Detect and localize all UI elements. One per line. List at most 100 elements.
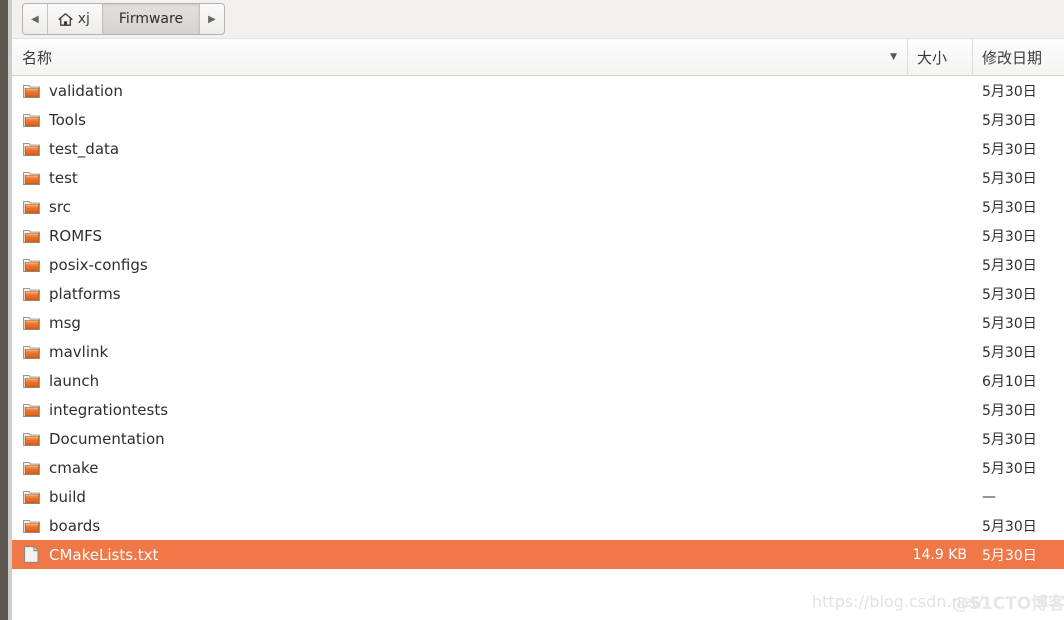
- file-name-cell[interactable]: ROMFS: [12, 227, 908, 245]
- file-date-cell: 5月30日: [982, 141, 1037, 158]
- chevron-left-icon: ◀: [31, 13, 39, 25]
- file-row[interactable]: launch 6月10日: [12, 366, 1064, 395]
- breadcrumb-item-home[interactable]: xj: [47, 4, 103, 34]
- file-name-cell[interactable]: posix-configs: [12, 256, 908, 274]
- column-header-row: 名称 ▼ 大小 修改日期: [12, 38, 1064, 76]
- file-date-cell: 5月30日: [982, 83, 1037, 100]
- window-edge-strip: [0, 0, 8, 620]
- file-name-cell[interactable]: integrationtests: [12, 401, 908, 419]
- sort-descending-icon: ▼: [890, 51, 897, 62]
- file-date-cell: 5月30日: [982, 518, 1037, 535]
- file-date-cell: 5月30日: [982, 170, 1037, 187]
- back-button[interactable]: ◀: [23, 4, 48, 34]
- file-row[interactable]: CMakeLists.txt 14.9 KB 5月30日: [12, 540, 1064, 569]
- file-name-label: test_data: [49, 139, 120, 158]
- file-name-cell[interactable]: platforms: [12, 285, 908, 303]
- file-name-cell[interactable]: CMakeLists.txt: [12, 546, 908, 564]
- folder-icon: [22, 431, 40, 447]
- file-name-cell[interactable]: test_data: [12, 140, 908, 158]
- file-row[interactable]: src 5月30日: [12, 192, 1064, 221]
- file-date-cell: 5月30日: [982, 257, 1037, 274]
- file-row[interactable]: test_data 5月30日: [12, 134, 1064, 163]
- file-name-label: boards: [49, 516, 101, 535]
- file-date-cell: 5月30日: [982, 199, 1037, 216]
- folder-icon: [22, 112, 40, 128]
- file-name-cell[interactable]: Tools: [12, 111, 908, 129]
- folder-icon: [22, 518, 40, 534]
- file-list[interactable]: validation 5月30日 Tools 5月30日 test_data 5月30日 t…: [12, 76, 1064, 620]
- file-name-label: ROMFS: [49, 226, 103, 245]
- forward-button[interactable]: ▶: [200, 4, 224, 34]
- file-date-cell: 5月30日: [982, 286, 1037, 303]
- file-date-cell: 5月30日: [982, 460, 1037, 477]
- chevron-right-icon: ▶: [208, 13, 216, 25]
- file-name-cell[interactable]: test: [12, 169, 908, 187]
- folder-icon: [22, 199, 40, 215]
- file-name-cell[interactable]: Documentation: [12, 430, 908, 448]
- file-row[interactable]: ROMFS 5月30日: [12, 221, 1064, 250]
- document-icon: [22, 546, 40, 563]
- file-name-cell[interactable]: msg: [12, 314, 908, 332]
- folder-icon: [22, 402, 40, 418]
- folder-icon: [22, 373, 40, 389]
- file-name-label: CMakeLists.txt: [49, 545, 159, 564]
- file-name-label: posix-configs: [49, 255, 148, 274]
- folder-icon: [22, 141, 40, 157]
- file-name-label: integrationtests: [49, 400, 169, 419]
- file-name-label: platforms: [49, 284, 121, 303]
- folder-icon: [22, 257, 40, 273]
- folder-icon: [22, 228, 40, 244]
- file-row[interactable]: Documentation 5月30日: [12, 424, 1064, 453]
- file-row[interactable]: build —: [12, 482, 1064, 511]
- file-row[interactable]: boards 5月30日: [12, 511, 1064, 540]
- folder-icon: [22, 344, 40, 360]
- file-manager-window: ◀ xj Firmware ▶ 名称 ▼ 大小 修改日期 validation …: [0, 0, 1064, 620]
- file-name-label: validation: [49, 81, 123, 100]
- file-date-cell: 5月30日: [982, 431, 1037, 448]
- file-row[interactable]: platforms 5月30日: [12, 279, 1064, 308]
- file-name-label: test: [49, 168, 78, 187]
- file-name-cell[interactable]: cmake: [12, 459, 908, 477]
- column-header-date[interactable]: 修改日期: [973, 38, 1064, 76]
- file-row[interactable]: validation 5月30日: [12, 76, 1064, 105]
- file-date-cell: 5月30日: [982, 402, 1037, 419]
- breadcrumb-item-current[interactable]: Firmware: [102, 4, 201, 34]
- breadcrumb-current-label: Firmware: [118, 11, 184, 27]
- folder-icon: [22, 83, 40, 99]
- column-header-name[interactable]: 名称 ▼: [12, 38, 908, 76]
- file-name-label: cmake: [49, 458, 99, 477]
- file-name-cell[interactable]: mavlink: [12, 343, 908, 361]
- file-date-cell: —: [982, 488, 996, 505]
- folder-icon: [22, 489, 40, 505]
- toolbar: ◀ xj Firmware ▶: [12, 0, 1064, 38]
- column-header-date-label: 修改日期: [982, 48, 1043, 67]
- breadcrumb-home-label: xj: [77, 11, 90, 27]
- file-row[interactable]: posix-configs 5月30日: [12, 250, 1064, 279]
- file-name-cell[interactable]: build: [12, 488, 908, 506]
- column-header-size[interactable]: 大小: [908, 38, 973, 76]
- file-row[interactable]: msg 5月30日: [12, 308, 1064, 337]
- file-name-label: msg: [49, 313, 81, 332]
- home-icon: [58, 12, 73, 26]
- file-name-cell[interactable]: validation: [12, 82, 908, 100]
- file-name-label: Documentation: [49, 429, 165, 448]
- file-name-cell[interactable]: boards: [12, 517, 908, 535]
- folder-icon: [22, 460, 40, 476]
- file-row[interactable]: cmake 5月30日: [12, 453, 1064, 482]
- file-row[interactable]: mavlink 5月30日: [12, 337, 1064, 366]
- file-name-label: launch: [49, 371, 100, 390]
- file-row[interactable]: integrationtests 5月30日: [12, 395, 1064, 424]
- file-name-cell[interactable]: src: [12, 198, 908, 216]
- folder-icon: [22, 170, 40, 186]
- file-row[interactable]: test 5月30日: [12, 163, 1064, 192]
- file-name-label: src: [49, 197, 71, 216]
- column-header-size-label: 大小: [917, 48, 948, 67]
- file-date-cell: 5月30日: [982, 547, 1037, 564]
- file-name-cell[interactable]: launch: [12, 372, 908, 390]
- file-name-label: mavlink: [49, 342, 109, 361]
- file-name-label: build: [49, 487, 86, 506]
- file-date-cell: 5月30日: [982, 228, 1037, 245]
- file-date-cell: 5月30日: [982, 112, 1037, 129]
- file-row[interactable]: Tools 5月30日: [12, 105, 1064, 134]
- file-date-cell: 6月10日: [982, 373, 1037, 390]
